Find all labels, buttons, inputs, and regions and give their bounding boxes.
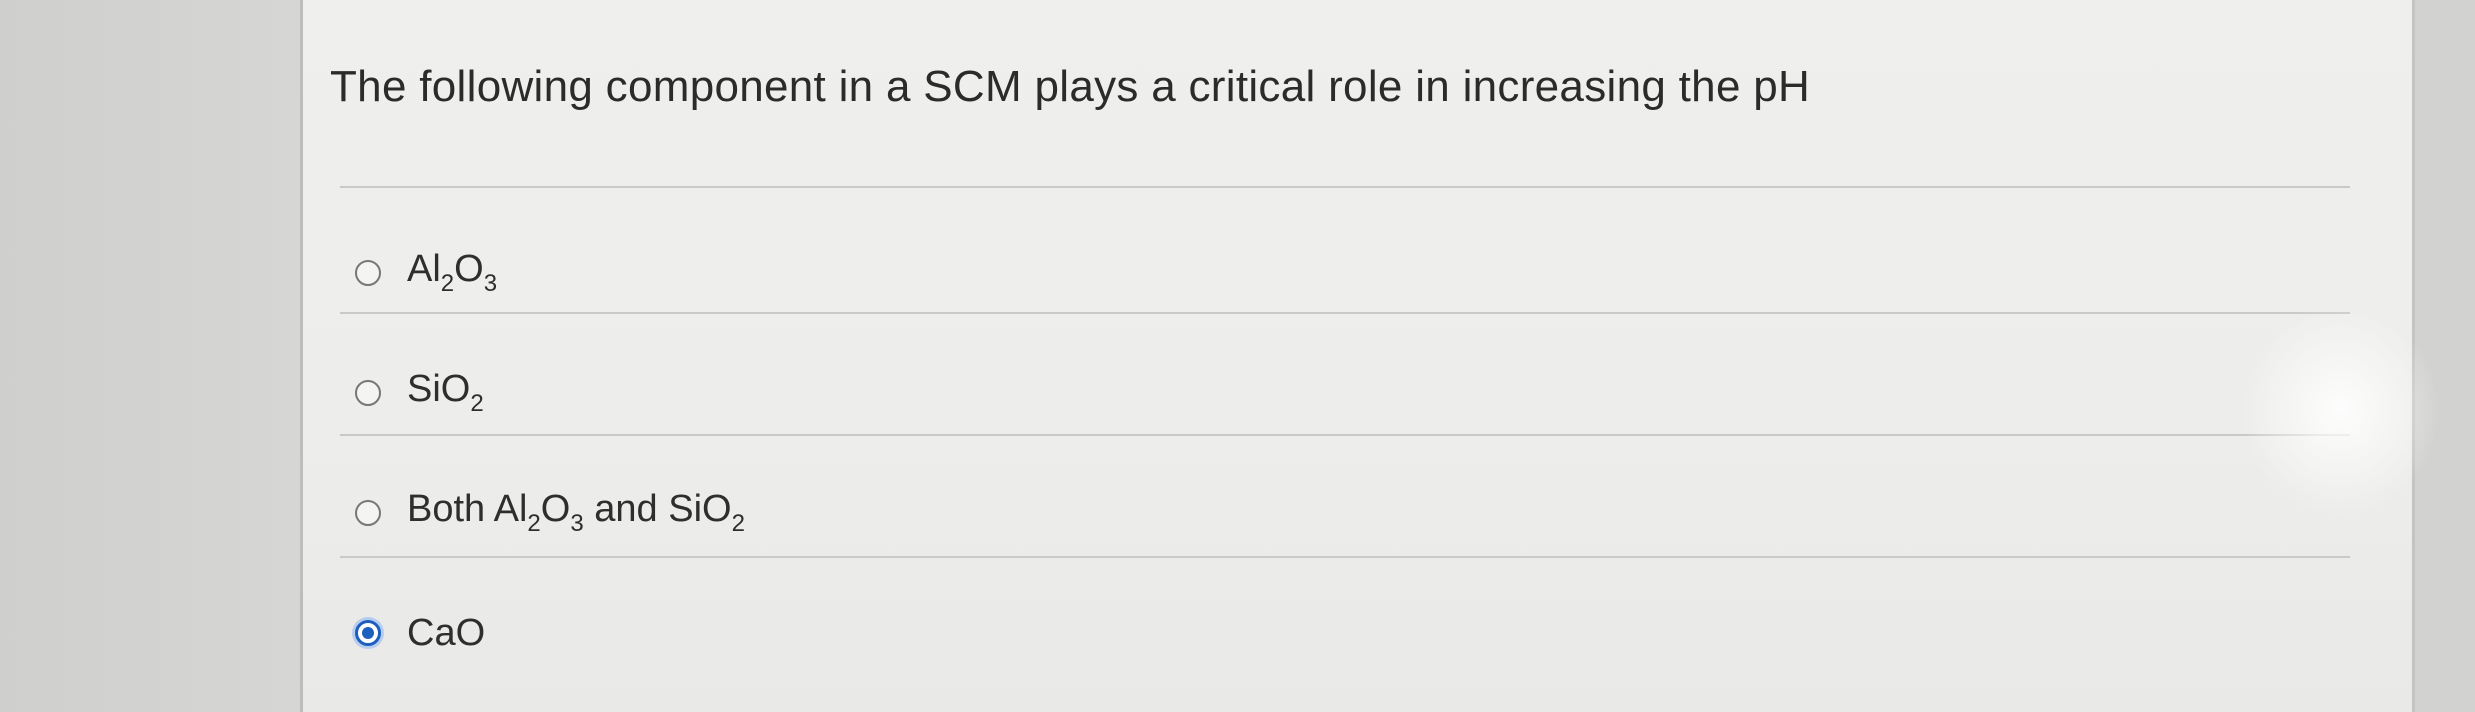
option-both[interactable]: Both Al2O3 and SiO2 — [355, 485, 745, 541]
divider — [340, 312, 2350, 314]
option-label: SiO2 — [407, 368, 484, 417]
option-sio2[interactable]: SiO2 — [355, 365, 484, 421]
question-text: The following component in a SCM plays a… — [330, 62, 1811, 111]
right-margin — [2415, 0, 2475, 712]
radio-button[interactable] — [355, 500, 381, 526]
option-al2o3[interactable]: Al2O3 — [355, 245, 497, 301]
radio-button[interactable] — [355, 380, 381, 406]
divider — [340, 186, 2350, 188]
divider — [340, 434, 2350, 436]
divider — [340, 556, 2350, 558]
left-margin — [0, 0, 300, 712]
option-label: Al2O3 — [407, 248, 498, 297]
option-label: Both Al2O3 and SiO2 — [407, 488, 745, 537]
radio-button-selected[interactable] — [355, 620, 381, 646]
option-label: CaO — [407, 611, 486, 654]
radio-button[interactable] — [355, 260, 381, 286]
option-cao[interactable]: CaO — [355, 605, 485, 661]
